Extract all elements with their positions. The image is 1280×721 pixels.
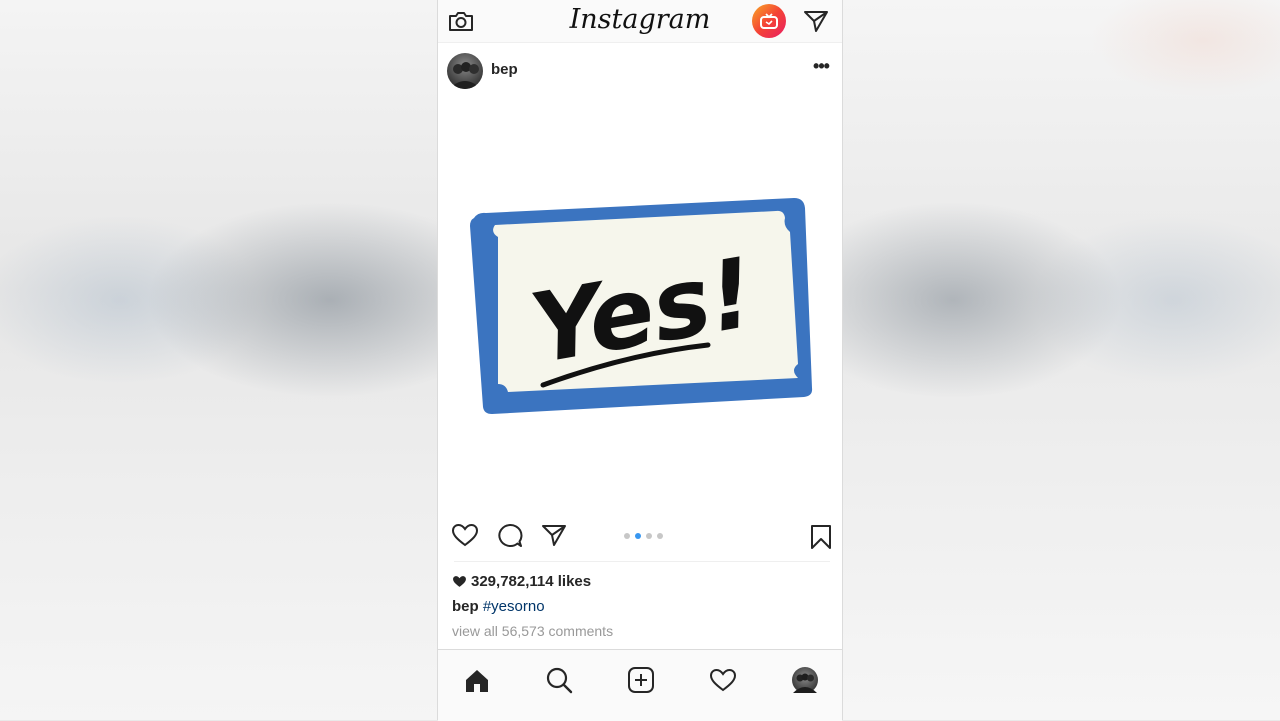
post-image[interactable]: Yes! xyxy=(438,94,842,514)
user-avatar[interactable] xyxy=(447,53,483,89)
caption-username[interactable]: bep xyxy=(452,598,479,615)
carousel-dot xyxy=(657,533,663,539)
heart-filled-icon xyxy=(453,576,466,587)
instagram-logo: Instagram xyxy=(569,4,711,35)
comment-icon[interactable] xyxy=(496,522,524,550)
bookmark-icon[interactable] xyxy=(808,523,834,551)
profile-avatar-icon[interactable] xyxy=(792,667,818,693)
more-options-icon[interactable]: ••• xyxy=(810,57,832,80)
heart-outline-icon[interactable] xyxy=(451,522,479,548)
phone-screen: Instagram bep ••• Yes! 329,782,114 likes… xyxy=(437,0,843,721)
post-actions xyxy=(438,514,842,560)
carousel-dot-active xyxy=(635,533,641,539)
igtv-icon[interactable] xyxy=(752,4,786,38)
view-comments-link[interactable]: view all 56,573 comments xyxy=(452,623,613,639)
carousel-indicator xyxy=(624,533,663,539)
carousel-dot xyxy=(624,533,630,539)
yes-card-illustration: Yes! xyxy=(470,198,813,414)
bottom-navigation xyxy=(438,649,842,721)
post-header: bep ••• xyxy=(438,46,842,94)
divider xyxy=(454,561,830,562)
activity-heart-icon[interactable] xyxy=(708,666,738,694)
blurred-background-left xyxy=(0,0,437,720)
share-icon[interactable] xyxy=(540,522,568,548)
direct-message-icon[interactable] xyxy=(802,8,830,34)
camera-icon[interactable] xyxy=(446,6,476,36)
add-post-icon[interactable] xyxy=(626,665,656,695)
caption-hashtag[interactable]: #yesorno xyxy=(483,598,545,615)
blurred-background-right xyxy=(843,0,1280,720)
post-username[interactable]: bep xyxy=(491,61,518,78)
top-bar: Instagram xyxy=(438,0,842,43)
likes-count[interactable]: 329,782,114 likes xyxy=(452,573,591,590)
likes-label: 329,782,114 likes xyxy=(471,573,592,590)
post-caption: bep #yesorno xyxy=(452,598,545,615)
home-icon[interactable] xyxy=(462,666,492,696)
search-icon[interactable] xyxy=(544,665,574,695)
carousel-dot xyxy=(646,533,652,539)
